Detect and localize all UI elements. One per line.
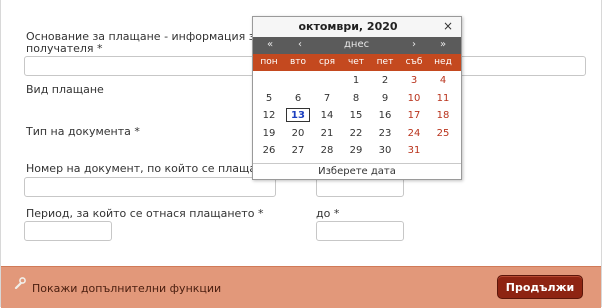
next-year-button[interactable]: »	[440, 39, 446, 50]
calendar-day[interactable]: 28	[313, 145, 341, 156]
calendar-day[interactable]: 11	[429, 93, 457, 104]
calendar-month-title[interactable]: октомври, 2020	[253, 20, 443, 33]
calendar-day[interactable]: 16	[371, 110, 399, 121]
document-date-input[interactable]	[316, 177, 404, 197]
wrench-icon	[14, 277, 26, 289]
calendar-day[interactable]: 29	[342, 145, 370, 156]
period-label: Период, за който се отнася плащането *	[26, 207, 264, 220]
weekday-label: чет	[347, 57, 365, 67]
weekday-label: пет	[376, 57, 394, 67]
calendar-day[interactable]: 20	[284, 128, 312, 139]
calendar-day[interactable]: 3	[400, 75, 428, 86]
calendar-day[interactable]: 25	[429, 128, 457, 139]
next-month-button[interactable]: ›	[412, 39, 416, 50]
calendar-footer-hint[interactable]: Изберете дата	[253, 163, 461, 180]
calendar-day[interactable]: 17	[400, 110, 428, 121]
more-functions-link[interactable]: Покажи допълнителни функции	[32, 282, 221, 295]
payment-basis-label-line2: получателя *	[26, 42, 103, 55]
calendar-day[interactable]: 6	[284, 93, 312, 104]
calendar-day[interactable]: 30	[371, 145, 399, 156]
calendar-week-row: 12 13 14 15 16 17 18	[253, 108, 461, 124]
calendar-day[interactable]: 5	[255, 93, 283, 104]
calendar-day[interactable]: 19	[255, 128, 283, 139]
calendar-day[interactable]: 21	[313, 128, 341, 139]
continue-button[interactable]: Продължи	[497, 275, 583, 299]
calendar-day[interactable]: 12	[255, 110, 283, 121]
calendar-day[interactable]: 18	[429, 110, 457, 121]
calendar-day[interactable]: 22	[342, 128, 370, 139]
calendar-week-row: 5 6 7 8 9 10 11	[253, 92, 461, 107]
close-icon[interactable]: ×	[443, 19, 453, 33]
calendar-day[interactable]: 26	[255, 145, 283, 156]
calendar-day[interactable]: 8	[342, 93, 370, 104]
calendar-day[interactable]: 13	[286, 108, 310, 122]
calendar-day[interactable]: 7	[313, 93, 341, 104]
calendar-week-row: 19 20 21 22 23 24 25	[253, 127, 461, 142]
weekday-label: съб	[405, 57, 423, 67]
weekday-label: сря	[318, 57, 336, 67]
calendar-day[interactable]: 9	[371, 93, 399, 104]
weekday-label: нед	[434, 57, 452, 67]
calendar-day[interactable]: 23	[371, 128, 399, 139]
calendar-week-row: 26 27 28 29 30 31	[253, 144, 461, 159]
document-number-label: Номер на документ, по който се плаща	[26, 162, 257, 175]
calendar-day[interactable]: 1	[342, 75, 370, 86]
calendar-day[interactable]: 27	[284, 145, 312, 156]
calendar-week-row: 1234	[253, 74, 461, 89]
prev-year-button[interactable]: «	[267, 39, 273, 50]
today-button[interactable]: днес	[344, 39, 369, 50]
calendar-day[interactable]: 2	[371, 75, 399, 86]
prev-month-button[interactable]: ‹	[298, 39, 302, 50]
calendar-day[interactable]: 31	[400, 145, 428, 156]
calendar-header: октомври, 2020 ×	[253, 17, 461, 38]
period-to-input[interactable]	[316, 221, 404, 241]
calendar-day[interactable]: 10	[400, 93, 428, 104]
period-from-input[interactable]	[24, 221, 112, 241]
weekday-header: пон вто сря чет пет съб нед	[253, 54, 461, 71]
calendar-day[interactable]: 15	[342, 110, 370, 121]
calendar-day[interactable]: 24	[400, 128, 428, 139]
document-number-input[interactable]	[24, 177, 276, 197]
calendar-day[interactable]: 4	[429, 75, 457, 86]
calendar-nav-bar: « ‹ днес › »	[253, 37, 461, 54]
document-type-label: Тип на документа *	[26, 125, 140, 138]
period-to-label: до *	[316, 207, 340, 220]
weekday-label: вто	[289, 57, 307, 67]
payment-kind-label: Вид плащане	[26, 83, 104, 96]
date-picker-popup: октомври, 2020 × « ‹ днес › » пон вто ср…	[252, 16, 462, 180]
calendar-day[interactable]: 14	[313, 110, 341, 121]
weekday-label: пон	[260, 57, 278, 67]
